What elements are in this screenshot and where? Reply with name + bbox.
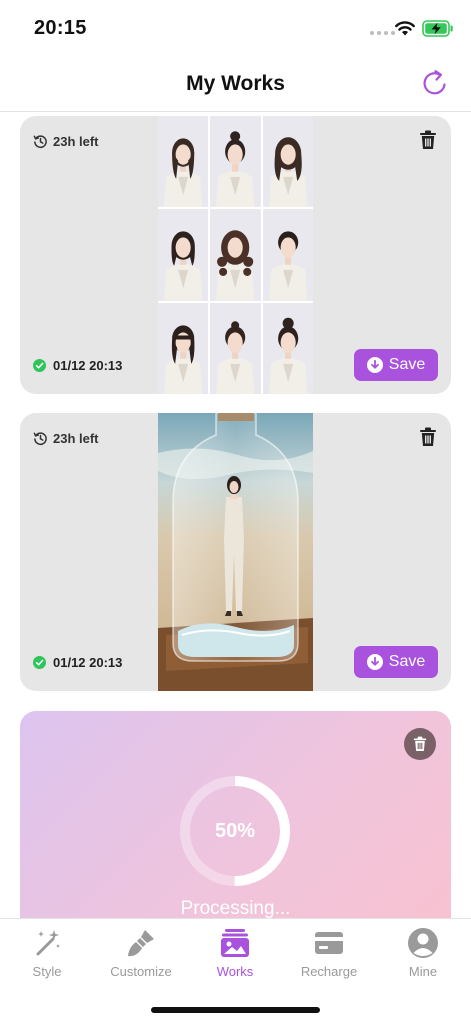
- completed-time: 01/12 20:13: [53, 655, 123, 670]
- trash-icon[interactable]: [419, 130, 437, 150]
- save-button[interactable]: Save: [354, 646, 438, 678]
- credit-card-icon: [315, 932, 343, 954]
- completion-status: 01/12 20:13: [33, 655, 122, 670]
- refresh-icon[interactable]: [420, 68, 450, 98]
- portrait-thumbnail: [210, 209, 261, 301]
- status-bar: 20:15: [0, 0, 471, 56]
- save-button-label: Save: [388, 356, 426, 373]
- completed-time: 01/12 20:13: [53, 358, 123, 373]
- tab-label: Recharge: [300, 964, 358, 979]
- portrait-thumbnail: [158, 116, 209, 208]
- check-circle-icon: [33, 656, 46, 669]
- portrait-thumbnail: [158, 302, 209, 394]
- my-works-screen: 20:15 My Works 23h left 01/12 20:13 Save…: [0, 0, 471, 1024]
- download-icon: [366, 654, 383, 670]
- bottle-scene-image[interactable]: [158, 413, 313, 691]
- work-card[interactable]: 23h left 01/12 20:13 Save: [20, 413, 451, 691]
- nav-bar: My Works: [0, 56, 471, 112]
- save-button-label: Save: [388, 653, 426, 670]
- wifi-icon: [395, 21, 415, 36]
- portrait-grid-image[interactable]: [158, 116, 313, 394]
- tab-style[interactable]: Style: [0, 927, 94, 983]
- page-title: My Works: [186, 72, 285, 95]
- user-icon: [408, 928, 438, 958]
- tab-works[interactable]: Works: [188, 927, 282, 983]
- home-indicator: [151, 1007, 320, 1013]
- save-button[interactable]: Save: [354, 349, 438, 381]
- portrait-thumbnail: [262, 116, 313, 208]
- brush-icon: [128, 930, 154, 957]
- tab-label: Mine: [408, 964, 438, 979]
- portrait-thumbnail: [210, 302, 261, 394]
- check-circle-icon: [33, 359, 46, 372]
- download-icon: [366, 357, 383, 373]
- tab-customize[interactable]: Customize: [94, 927, 188, 983]
- history-icon: [33, 135, 47, 149]
- time-left-label: 23h left: [53, 134, 99, 149]
- portrait-thumbnail: [210, 116, 261, 208]
- tab-label: Style: [32, 964, 62, 979]
- gallery-icon: [221, 929, 249, 957]
- portrait-thumbnail: [262, 209, 313, 301]
- tab-recharge[interactable]: Recharge: [282, 927, 376, 983]
- progress-percent: 50%: [214, 819, 256, 842]
- time-left: 23h left: [33, 134, 99, 149]
- completion-status: 01/12 20:13: [33, 358, 122, 373]
- magic-wand-icon: [36, 930, 60, 956]
- tab-mine[interactable]: Mine: [376, 927, 470, 983]
- portrait-thumbnail: [158, 209, 209, 301]
- status-time: 20:15: [34, 17, 87, 39]
- portrait-thumbnail: [262, 302, 313, 394]
- tab-label: Customize: [110, 964, 172, 979]
- tab-label: Works: [216, 964, 254, 979]
- processing-status: Processing...: [180, 898, 291, 919]
- signal-dots-icon: [370, 31, 395, 35]
- trash-icon: [413, 736, 427, 751]
- trash-icon[interactable]: [419, 427, 437, 447]
- battery-charging-icon: [422, 20, 453, 37]
- delete-processing-button[interactable]: [404, 728, 436, 760]
- time-left-label: 23h left: [53, 431, 99, 446]
- work-card[interactable]: 23h left 01/12 20:13 Save: [20, 116, 451, 394]
- history-icon: [33, 432, 47, 446]
- time-left: 23h left: [33, 431, 99, 446]
